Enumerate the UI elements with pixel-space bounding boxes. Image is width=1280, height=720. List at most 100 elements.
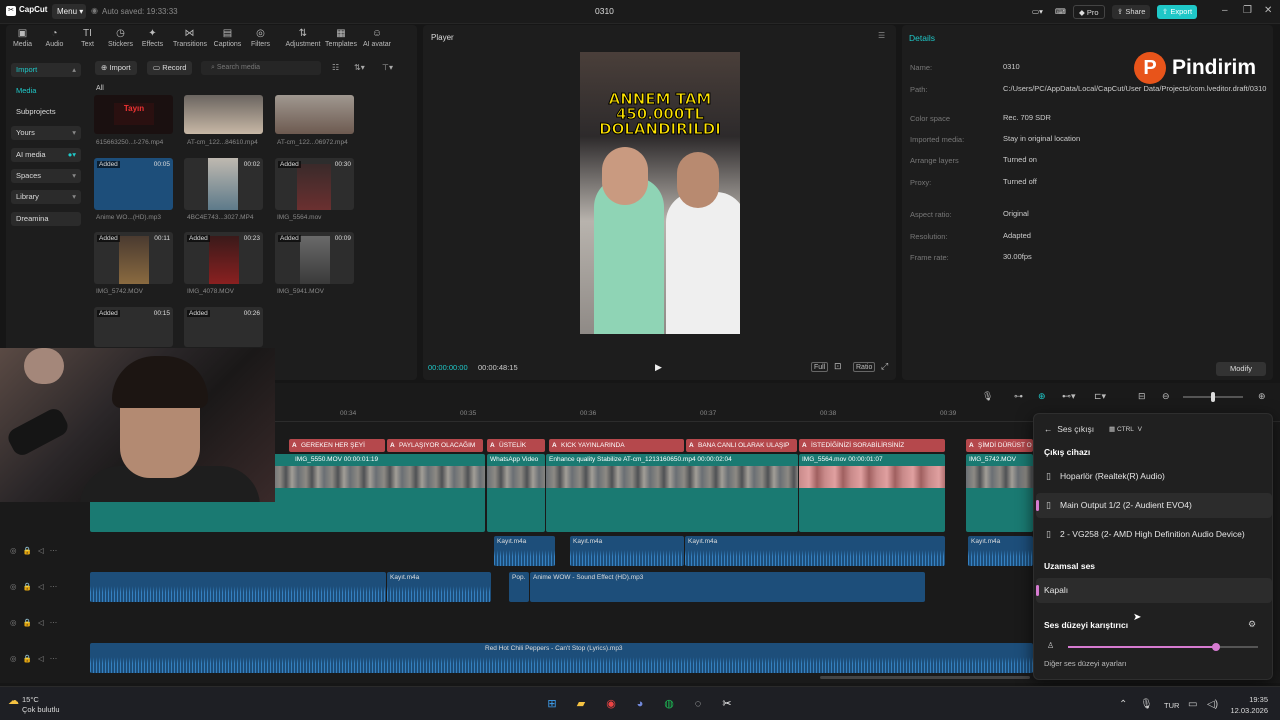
audio-clip[interactable]: Anime WOW - Sound Effect (HD).mp3 [530, 572, 925, 602]
microphone-icon[interactable]: 🎙 [982, 391, 993, 402]
windows-start-icon[interactable]: ⊞ [542, 694, 562, 714]
sidebar-item-dreamina[interactable]: Dreamina [11, 212, 81, 226]
tool-audio[interactable]: ◔ Audio [38, 28, 71, 48]
audio-clip[interactable]: Kayıt.m4a [494, 536, 555, 566]
media-thumb[interactable]: Added 00:30 [275, 158, 354, 210]
sidebar-item-import[interactable]: Import ▴ [11, 63, 81, 77]
sidebar-item-ai-media[interactable]: AI media ●▾ [11, 148, 81, 162]
audio-clip[interactable] [90, 572, 386, 602]
zoom-slider[interactable] [1183, 392, 1243, 402]
discord-icon[interactable]: ◕ [630, 694, 650, 714]
tool-templates[interactable]: ▦ Templates [322, 28, 360, 48]
media-thumb[interactable]: Added 00:05 [94, 158, 173, 210]
maximize-icon[interactable]: ❐ [1243, 5, 1252, 16]
audio-clip[interactable]: Kayıt.m4a [570, 536, 684, 566]
audio-clip[interactable]: Pop. [509, 572, 529, 602]
tool-adjustment[interactable]: ⇅ Adjustment [283, 28, 323, 48]
audio-clip[interactable]: Kayıt.m4a [685, 536, 945, 566]
zoom-fit-icon[interactable]: ⊕ [1258, 391, 1266, 402]
media-thumb[interactable] [184, 95, 263, 134]
view-grid-icon[interactable]: ☷ [332, 63, 339, 72]
network-icon[interactable]: ▭ [1188, 699, 1197, 710]
media-thumb[interactable]: Added 00:23 [184, 232, 263, 284]
layout-icon[interactable]: ▭▾ [1027, 5, 1048, 19]
tool-media[interactable]: ▣ Media [6, 28, 39, 48]
text-clip[interactable]: KICK YAYINLARINDA [549, 439, 684, 452]
import-button[interactable]: ⊕ Import [95, 61, 137, 75]
video-clip[interactable]: IMG_5564.mov 00:00:01:07 [799, 454, 945, 532]
menu-button[interactable]: Menu ▾ [52, 4, 86, 19]
split-icon[interactable]: ⊏▾ [1094, 391, 1106, 402]
video-clip[interactable]: IMG_5742.MOV [966, 454, 1033, 532]
tool-filters[interactable]: ◎ Filters [244, 28, 277, 48]
tray-chevron-icon[interactable]: ⌃ [1119, 699, 1127, 710]
media-thumb[interactable]: Tayın [94, 95, 173, 134]
media-thumb[interactable]: 00:02 [184, 158, 263, 210]
search-input[interactable]: ⌕ Search media [201, 61, 321, 75]
sidebar-item-library[interactable]: Library ▾ [11, 190, 81, 204]
sidebar-item-media[interactable]: Media [11, 84, 81, 98]
crop-icon[interactable]: ⊡ [834, 361, 842, 372]
tool-text[interactable]: TI Text [71, 28, 104, 48]
audio-clip[interactable]: Kayıt.m4a [387, 572, 491, 602]
text-clip[interactable]: GEREKEN HER ŞEYİ [289, 439, 385, 452]
track-controls[interactable]: ◎🔒◁⋯ [10, 582, 63, 591]
spotify-icon[interactable]: ◍ [659, 694, 679, 714]
text-clip[interactable]: PAYLAŞIYOR OLACAĞIM [387, 439, 483, 452]
device-item[interactable]: ▯ 2 - VG258 (2- AMD High Definition Audio… [1036, 522, 1272, 547]
shortcuts-icon[interactable]: ⌨ [1050, 5, 1071, 19]
sort-icon[interactable]: ⇅▾ [354, 63, 365, 72]
media-thumb[interactable]: Added 00:26 [184, 307, 263, 347]
obs-icon[interactable]: ◌ [688, 694, 708, 714]
pro-button[interactable]: ◆ Pro [1073, 5, 1105, 19]
sidebar-item-spaces[interactable]: Spaces ▾ [11, 169, 81, 183]
device-item[interactable]: ▯ Hoparlör (Realtek(R) Audio) [1036, 464, 1272, 489]
tool-ai-avatar[interactable]: ☺ AI avatar [359, 28, 395, 48]
magnet-icon[interactable]: ⊕ [1038, 391, 1046, 402]
minimize-icon[interactable]: – [1222, 5, 1228, 16]
full-quality-button[interactable]: Full [811, 362, 829, 372]
file-explorer-icon[interactable]: ▰ [571, 694, 591, 714]
fullscreen-icon[interactable]: ⤢ [881, 361, 888, 372]
volume-slider[interactable] [1068, 643, 1258, 651]
text-clip[interactable]: ÜSTELİK [487, 439, 545, 452]
device-item-selected[interactable]: ▯ Main Output 1/2 (2- Audient EVO4) [1036, 493, 1272, 518]
ratio-button[interactable]: Ratio [853, 362, 876, 372]
play-icon[interactable]: ▶ [655, 362, 662, 373]
weather-widget[interactable]: ☁ 15°C Çok bulutlu [8, 695, 60, 715]
back-arrow-icon[interactable]: ← [1044, 424, 1055, 434]
video-clip[interactable]: WhatsApp Video [487, 454, 545, 532]
close-icon[interactable]: ✕ [1264, 5, 1272, 16]
music-clip[interactable]: Red Hot Chili Peppers - Can't Stop (Lyri… [90, 643, 1033, 673]
sidebar-item-yours[interactable]: Yours ▾ [11, 126, 81, 140]
spatial-sound-option[interactable]: Kapalı [1036, 578, 1272, 603]
filter-all[interactable]: All [96, 85, 104, 92]
sidebar-item-subprojects[interactable]: Subprojects [11, 105, 81, 119]
audio-clip[interactable]: Kayıt.m4a [968, 536, 1033, 566]
volume-slider-knob[interactable] [1212, 643, 1221, 651]
language-indicator[interactable]: TUR [1164, 701, 1179, 710]
modify-button[interactable]: Modify [1216, 362, 1266, 376]
text-clip[interactable]: İSTEDİĞİNİZİ SORABİLİRSİNİZ [799, 439, 945, 452]
export-button[interactable]: ⇧ Export [1157, 5, 1198, 19]
share-button[interactable]: ⇪ Share [1112, 5, 1151, 19]
track-controls[interactable]: ◎🔒◁⋯ [10, 618, 63, 627]
other-volume-settings-link[interactable]: Diğer ses düzeyi ayarları [1044, 659, 1127, 668]
video-clip[interactable]: Enhance quality Stabilize AT-cm_12131606… [546, 454, 798, 532]
media-thumb[interactable]: Added 00:09 [275, 232, 354, 284]
tool-transitions[interactable]: ⋈ Transitions [173, 28, 207, 48]
preview-axis-icon[interactable]: ⊟ [1138, 391, 1146, 402]
player-menu-icon[interactable]: ☰ [878, 31, 885, 40]
tool-captions[interactable]: ▤ Captions [211, 28, 244, 48]
clock[interactable]: 19:35 12.03.2026 [1230, 694, 1268, 716]
text-clip[interactable]: ŞİMDİ DÜRÜST O [966, 439, 1033, 452]
mixer-settings-icon[interactable]: ⚙ [1248, 619, 1256, 630]
media-thumb[interactable]: Added 00:11 [94, 232, 173, 284]
timeline-scrollbar[interactable] [820, 676, 1030, 679]
snap-icon[interactable]: ⊷▾ [1062, 391, 1076, 402]
text-clip[interactable]: BANA CANLI OLARAK ULAŞIP [686, 439, 797, 452]
chrome-icon[interactable]: ◉ [601, 694, 621, 714]
capcut-taskbar-icon[interactable]: ✂ [717, 694, 737, 714]
track-controls[interactable]: ◎🔒◁⋯ [10, 654, 63, 663]
media-thumb[interactable]: Added 00:15 [94, 307, 173, 347]
